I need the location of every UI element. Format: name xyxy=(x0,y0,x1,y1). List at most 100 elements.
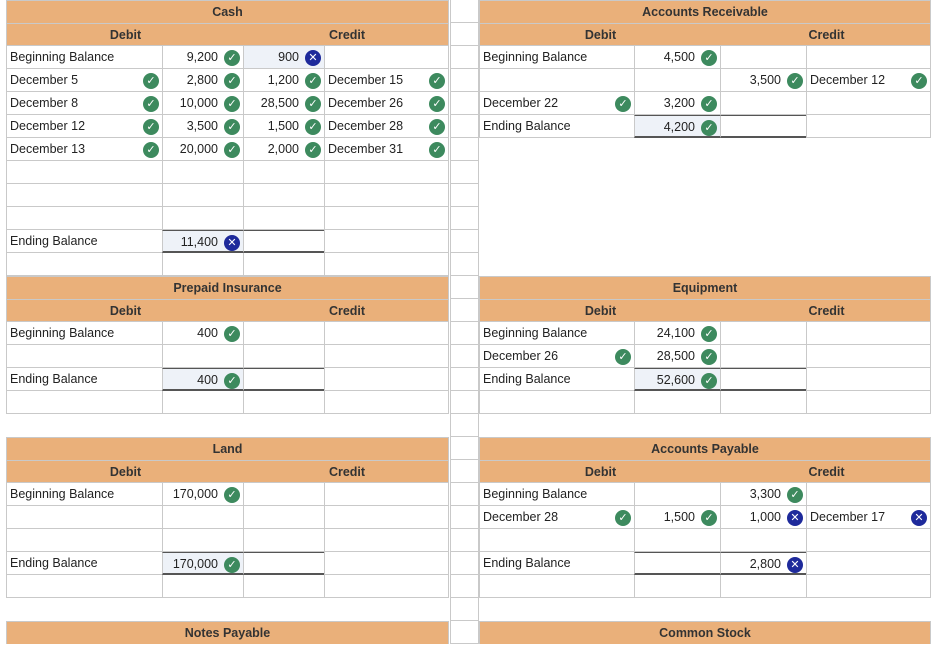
credit-account-field[interactable] xyxy=(324,253,449,276)
debit-amount-field[interactable] xyxy=(162,391,243,414)
credit-account-field[interactable]: December 15 ✓ xyxy=(324,69,449,92)
debit-amount-field[interactable] xyxy=(162,506,243,529)
debit-amount-field[interactable]: 11,400 ✕ xyxy=(162,230,243,253)
credit-amount-field[interactable] xyxy=(243,322,324,345)
credit-account-field[interactable] xyxy=(806,46,931,69)
credit-amount-field[interactable]: 28,500 ✓ xyxy=(243,92,324,115)
debit-amount-field[interactable] xyxy=(162,184,243,207)
credit-account-field[interactable] xyxy=(324,529,449,552)
credit-account-field[interactable] xyxy=(806,391,931,414)
credit-amount-field[interactable] xyxy=(243,391,324,414)
debit-amount-field[interactable] xyxy=(634,69,720,92)
debit-account-field[interactable] xyxy=(6,184,162,207)
debit-amount-field[interactable] xyxy=(162,207,243,230)
credit-amount-field[interactable] xyxy=(243,345,324,368)
credit-amount-field[interactable]: 1,200 ✓ xyxy=(243,69,324,92)
credit-account-field[interactable] xyxy=(324,506,449,529)
debit-amount-field[interactable] xyxy=(162,575,243,598)
debit-account-field[interactable]: Beginning Balance xyxy=(479,483,634,506)
debit-amount-field[interactable] xyxy=(634,483,720,506)
credit-amount-field[interactable] xyxy=(243,552,324,575)
debit-amount-field[interactable] xyxy=(634,552,720,575)
credit-amount-field[interactable]: 3,500 ✓ xyxy=(720,69,806,92)
credit-amount-field[interactable]: 2,000 ✓ xyxy=(243,138,324,161)
debit-account-field[interactable] xyxy=(479,529,634,552)
credit-account-field[interactable] xyxy=(806,368,931,391)
debit-account-field[interactable]: December 5 ✓ xyxy=(6,69,162,92)
credit-account-field[interactable] xyxy=(324,230,449,253)
debit-amount-field[interactable]: 4,200 ✓ xyxy=(634,115,720,138)
debit-amount-field[interactable] xyxy=(162,161,243,184)
debit-account-field[interactable]: December 12 ✓ xyxy=(6,115,162,138)
debit-account-field[interactable]: Beginning Balance xyxy=(6,483,162,506)
credit-account-field[interactable]: December 17 ✕ xyxy=(806,506,931,529)
debit-account-field[interactable]: Ending Balance xyxy=(479,552,634,575)
credit-amount-field[interactable] xyxy=(243,161,324,184)
debit-amount-field[interactable]: 52,600 ✓ xyxy=(634,368,720,391)
debit-amount-field[interactable]: 3,500 ✓ xyxy=(162,115,243,138)
credit-account-field[interactable]: December 26 ✓ xyxy=(324,92,449,115)
credit-amount-field[interactable] xyxy=(243,368,324,391)
credit-amount-field[interactable] xyxy=(720,391,806,414)
debit-amount-field[interactable]: 3,200 ✓ xyxy=(634,92,720,115)
debit-amount-field[interactable]: 400 ✓ xyxy=(162,368,243,391)
debit-account-field[interactable] xyxy=(6,207,162,230)
debit-account-field[interactable] xyxy=(6,575,162,598)
debit-account-field[interactable]: Ending Balance xyxy=(6,368,162,391)
credit-amount-field[interactable] xyxy=(243,207,324,230)
debit-account-field[interactable] xyxy=(6,345,162,368)
debit-account-field[interactable]: December 8 ✓ xyxy=(6,92,162,115)
credit-account-field[interactable] xyxy=(324,184,449,207)
debit-account-field[interactable]: Beginning Balance xyxy=(479,322,634,345)
credit-account-field[interactable] xyxy=(324,552,449,575)
credit-amount-field[interactable]: 900 ✕ xyxy=(243,46,324,69)
credit-amount-field[interactable] xyxy=(720,92,806,115)
credit-amount-field[interactable] xyxy=(243,184,324,207)
debit-account-field[interactable] xyxy=(6,391,162,414)
debit-account-field[interactable] xyxy=(6,253,162,276)
debit-account-field[interactable]: Ending Balance xyxy=(6,230,162,253)
credit-account-field[interactable] xyxy=(806,92,931,115)
credit-amount-field[interactable]: 2,800 ✕ xyxy=(720,552,806,575)
debit-amount-field[interactable]: 10,000 ✓ xyxy=(162,92,243,115)
credit-amount-field[interactable] xyxy=(720,322,806,345)
debit-amount-field[interactable]: 170,000 ✓ xyxy=(162,483,243,506)
credit-account-field[interactable] xyxy=(806,575,931,598)
debit-account-field[interactable]: Ending Balance xyxy=(479,115,634,138)
debit-amount-field[interactable]: 4,500 ✓ xyxy=(634,46,720,69)
debit-amount-field[interactable]: 24,100 ✓ xyxy=(634,322,720,345)
debit-account-field[interactable]: Beginning Balance xyxy=(479,46,634,69)
credit-amount-field[interactable] xyxy=(243,575,324,598)
debit-amount-field[interactable] xyxy=(634,529,720,552)
credit-amount-field[interactable] xyxy=(720,368,806,391)
debit-account-field[interactable] xyxy=(6,529,162,552)
debit-amount-field[interactable]: 1,500 ✓ xyxy=(634,506,720,529)
debit-account-field[interactable] xyxy=(479,575,634,598)
credit-account-field[interactable] xyxy=(806,483,931,506)
debit-account-field[interactable]: December 26 ✓ xyxy=(479,345,634,368)
credit-account-field[interactable] xyxy=(324,345,449,368)
debit-account-field[interactable]: December 22 ✓ xyxy=(479,92,634,115)
credit-account-field[interactable] xyxy=(324,161,449,184)
credit-amount-field[interactable] xyxy=(720,115,806,138)
credit-amount-field[interactable] xyxy=(720,575,806,598)
debit-amount-field[interactable] xyxy=(162,345,243,368)
debit-amount-field[interactable]: 2,800 ✓ xyxy=(162,69,243,92)
debit-account-field[interactable]: Ending Balance xyxy=(479,368,634,391)
credit-amount-field[interactable]: 1,000 ✕ xyxy=(720,506,806,529)
credit-amount-field[interactable] xyxy=(720,529,806,552)
credit-account-field[interactable]: December 12 ✓ xyxy=(806,69,931,92)
credit-account-field[interactable] xyxy=(806,552,931,575)
credit-amount-field[interactable]: 1,500 ✓ xyxy=(243,115,324,138)
debit-account-field[interactable] xyxy=(479,391,634,414)
credit-account-field[interactable] xyxy=(324,207,449,230)
debit-amount-field[interactable]: 400 ✓ xyxy=(162,322,243,345)
debit-amount-field[interactable]: 28,500 ✓ xyxy=(634,345,720,368)
debit-account-field[interactable]: December 13 ✓ xyxy=(6,138,162,161)
credit-amount-field[interactable] xyxy=(720,345,806,368)
debit-account-field[interactable] xyxy=(6,161,162,184)
credit-account-field[interactable] xyxy=(324,575,449,598)
debit-account-field[interactable]: Beginning Balance xyxy=(6,46,162,69)
debit-account-field[interactable]: December 28 ✓ xyxy=(479,506,634,529)
debit-account-field[interactable]: Ending Balance xyxy=(6,552,162,575)
